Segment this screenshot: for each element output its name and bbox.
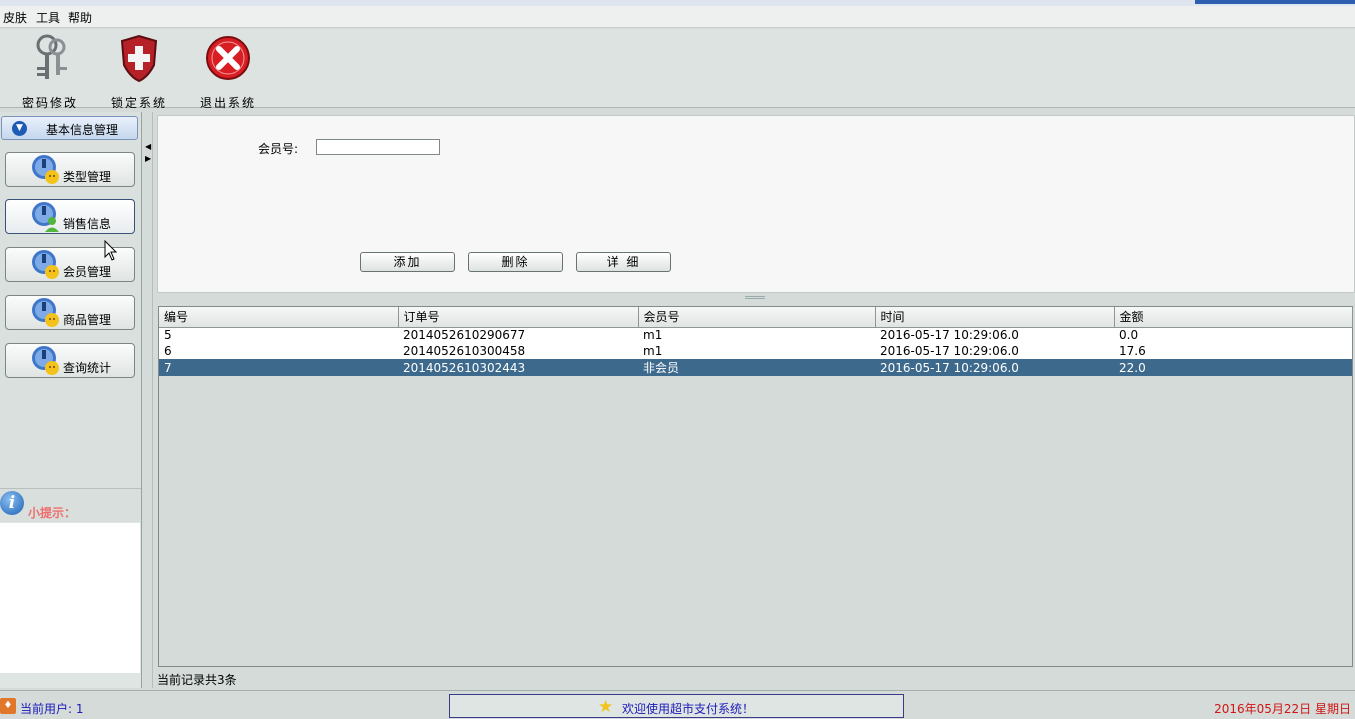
search-form-panel: 会员号: 添加 删除 详 细 — [157, 115, 1355, 293]
splitter-grip-icon[interactable] — [745, 296, 765, 299]
exit-system-button[interactable]: 退出系统 — [188, 33, 268, 111]
chevron-down-icon: ▼ — [12, 121, 27, 136]
column-header-amount[interactable]: 金额 — [1114, 307, 1353, 328]
user-info-icon — [32, 298, 59, 327]
sidebar: ▼ 基本信息管理 类型管理 销售信息 会员管理 商品管理 查询统计 — [0, 112, 142, 488]
table-cell: 非会员 — [638, 359, 875, 376]
menu-tools[interactable]: 工具 — [36, 9, 60, 26]
sidebar-item-label: 销售信息 — [63, 217, 112, 231]
sidebar-item-label: 类型管理 — [63, 170, 112, 184]
user-info-icon — [32, 346, 59, 375]
table-cell: 2014052610300458 — [398, 343, 638, 359]
user-info-icon — [32, 202, 59, 232]
info-icon: i — [0, 491, 24, 515]
sidebar-item-label: 会员管理 — [63, 265, 112, 279]
delete-button[interactable]: 删除 — [468, 252, 563, 272]
tip-header: i 小提示： — [0, 488, 141, 522]
keys-icon — [36, 34, 67, 79]
toolbar: 密码修改 锁定系统 退出系统 — [0, 29, 1355, 111]
table-cell: m1 — [638, 343, 875, 359]
table-header-row: 编号 订单号 会员号 时间 金额 — [159, 307, 1353, 328]
exit-system-label: 退出系统 — [199, 96, 256, 110]
expand-right-icon[interactable]: ▶ — [145, 154, 151, 163]
member-number-input[interactable] — [316, 139, 440, 155]
table-cell: 22.0 — [1114, 359, 1352, 376]
sidebar-item-sales-info[interactable]: 销售信息 — [5, 199, 135, 234]
table-cell: m1 — [638, 327, 875, 343]
menu-help[interactable]: 帮助 — [68, 9, 92, 26]
welcome-message-box: ★ 欢迎使用超市支付系统！ — [449, 694, 904, 718]
star-icon: ★ — [598, 697, 614, 717]
table-row-selected[interactable]: 7 2014052610302443 非会员 2016-05-17 10:29:… — [159, 359, 1352, 376]
detail-button[interactable]: 详 细 — [576, 252, 671, 272]
tip-body — [0, 523, 140, 673]
sales-table: 编号 订单号 会员号 时间 金额 5 2014052610290677 m1 2… — [158, 306, 1353, 667]
titlebar-accent — [1195, 0, 1355, 4]
column-header-time[interactable]: 时间 — [875, 307, 1115, 328]
table-cell: 5 — [159, 327, 398, 343]
table-row[interactable]: 6 2014052610300458 m1 2016-05-17 10:29:0… — [159, 343, 1352, 359]
user-info-icon — [32, 155, 59, 184]
add-button[interactable]: 添加 — [360, 252, 455, 272]
table-cell: 0.0 — [1114, 327, 1352, 343]
table-cell: 6 — [159, 343, 398, 359]
sidebar-splitter[interactable]: ◀ ▶ — [142, 112, 153, 688]
tip-title: 小提示： — [28, 506, 77, 520]
table-cell: 2014052610290677 — [398, 327, 638, 343]
sidebar-item-product-management[interactable]: 商品管理 — [5, 295, 135, 330]
table-row[interactable]: 5 2014052610290677 m1 2016-05-17 10:29:0… — [159, 327, 1352, 343]
panel-splitter[interactable] — [157, 293, 1355, 305]
member-number-label: 会员号: — [258, 142, 299, 156]
change-password-label: 密码修改 — [21, 96, 78, 110]
table-cell: 2016-05-17 10:29:06.0 — [875, 327, 1114, 343]
column-header-id[interactable]: 编号 — [159, 307, 399, 328]
sidebar-header[interactable]: ▼ 基本信息管理 — [1, 116, 138, 140]
welcome-message: 欢迎使用超市支付系统！ — [622, 702, 755, 716]
sidebar-item-label: 商品管理 — [63, 313, 112, 327]
table-cell: 7 — [159, 359, 398, 376]
record-count: 当前记录共3条 — [157, 673, 237, 687]
sidebar-item-label: 查询统计 — [63, 361, 112, 375]
status-bar: ♦ 当前用户: 1 ★ 欢迎使用超市支付系统！ 2016年05月22日 星期日 — [0, 690, 1355, 719]
exit-x-icon — [206, 36, 250, 80]
table-cell: 2016-05-17 10:29:06.0 — [875, 343, 1114, 359]
table-cell: 2014052610302443 — [398, 359, 638, 376]
lock-system-label: 锁定系统 — [110, 96, 167, 110]
collapse-left-icon[interactable]: ◀ — [145, 142, 151, 151]
menu-bar: 皮肤 工具 帮助 — [0, 6, 1355, 28]
change-password-button[interactable]: 密码修改 — [10, 33, 90, 111]
lock-system-button[interactable]: 锁定系统 — [99, 33, 179, 111]
menu-skin[interactable]: 皮肤 — [3, 9, 27, 26]
current-user: 当前用户: 1 — [20, 702, 84, 716]
table-cell: 17.6 — [1114, 343, 1352, 359]
shield-lock-icon — [120, 34, 158, 83]
table-cell: 2016-05-17 10:29:06.0 — [875, 359, 1114, 376]
sidebar-header-label: 基本信息管理 — [46, 123, 119, 137]
column-header-order-number[interactable]: 订单号 — [398, 307, 639, 328]
user-info-icon — [32, 250, 59, 279]
current-date: 2016年05月22日 星期日 — [1214, 702, 1351, 716]
tip-panel: i 小提示： — [0, 488, 142, 688]
mouse-cursor-icon — [104, 240, 118, 261]
column-header-member-number[interactable]: 会员号 — [638, 307, 876, 328]
sidebar-item-type-management[interactable]: 类型管理 — [5, 152, 135, 187]
user-icon: ♦ — [0, 698, 16, 714]
sidebar-item-query-statistics[interactable]: 查询统计 — [5, 343, 135, 378]
